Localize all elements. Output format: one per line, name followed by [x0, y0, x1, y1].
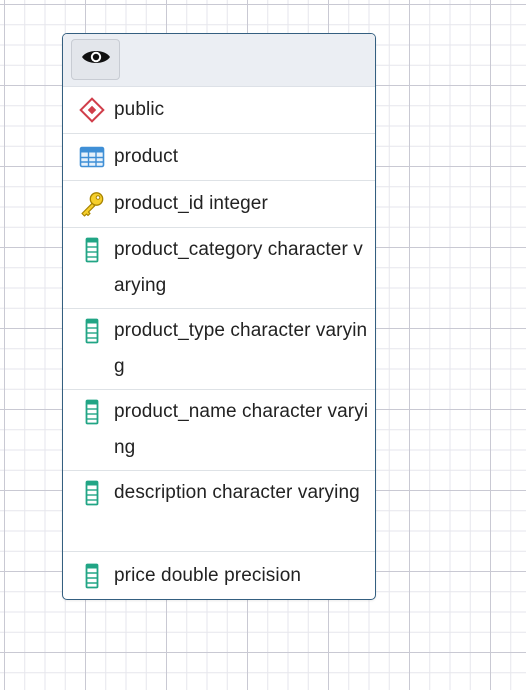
column-icon: [77, 399, 107, 425]
column-label: description character varying: [114, 482, 360, 503]
table-icon: [77, 145, 107, 169]
column-row: product_type character varying: [63, 309, 375, 390]
column-label: product_category character varying: [114, 239, 363, 296]
table-node[interactable]: public product product_id integer produc…: [62, 33, 376, 600]
toggle-details-button[interactable]: [71, 39, 120, 80]
column-icon: [77, 237, 107, 263]
column-row: product_name character varying: [63, 390, 375, 471]
primary-key-row: product_id integer: [63, 181, 375, 228]
column-label: product_type character varying: [114, 320, 368, 377]
key-icon: [77, 192, 107, 217]
schema-row: public: [63, 87, 375, 134]
column-icon: [77, 318, 107, 344]
column-row: description character varying: [63, 471, 375, 552]
schema-name: public: [114, 99, 165, 120]
schema-diamond-icon: [77, 97, 107, 123]
column-row: product_category character varying: [63, 228, 375, 309]
table-node-header: [63, 34, 375, 87]
column-row: price double precision: [63, 552, 375, 599]
column-icon: [77, 563, 107, 588]
table-name-row: product: [63, 134, 375, 181]
primary-key-label: product_id integer: [114, 193, 268, 214]
column-label: price double precision: [114, 564, 302, 586]
eye-icon: [81, 47, 111, 72]
column-icon: [77, 480, 107, 506]
column-label: product_name character varying: [114, 401, 369, 458]
table-name: product: [114, 146, 179, 167]
